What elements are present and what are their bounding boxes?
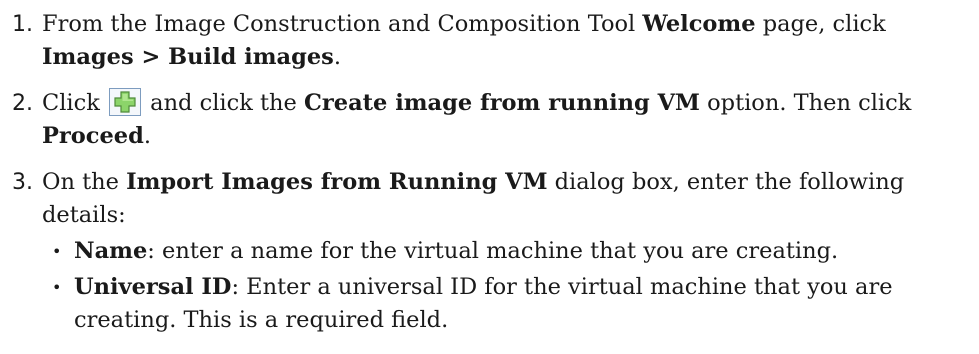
proceed-label: Proceed — [42, 123, 144, 149]
step-1: 1. From the Image Construction and Compo… — [12, 8, 962, 74]
bullet-icon: • — [52, 242, 62, 261]
field-name-label: Name — [74, 238, 148, 264]
document-body: 1. From the Image Construction and Compo… — [12, 8, 962, 350]
bullet-icon: • — [52, 278, 62, 297]
menu-path-label: Images > Build images — [42, 44, 334, 70]
step-3: 3. On the Import Images from Running VM … — [12, 166, 962, 337]
field-universal-id-label: Universal ID — [74, 274, 232, 300]
step-number: 2. — [12, 91, 33, 116]
welcome-label: Welcome — [642, 11, 756, 37]
list-item: • Universal ID: Enter a universal ID for … — [42, 271, 962, 337]
step-text: From the Image Construction and Composit… — [42, 11, 886, 70]
step-number: 1. — [12, 12, 33, 37]
step-text: On the Import Images from Running VM dia… — [42, 166, 962, 337]
create-image-option-label: Create image from running VM — [304, 90, 700, 116]
dialog-name-label: Import Images from Running VM — [126, 169, 548, 195]
list-item: • Name: enter a name for the virtual mach… — [42, 235, 962, 268]
step-text: Click and click the Create image from ru… — [42, 88, 912, 149]
field-list: • Name: enter a name for the virtual mach… — [42, 235, 962, 337]
step-2: 2. Click and click the Create image from… — [12, 87, 962, 153]
step-number: 3. — [12, 170, 33, 195]
add-plus-icon — [109, 88, 141, 116]
